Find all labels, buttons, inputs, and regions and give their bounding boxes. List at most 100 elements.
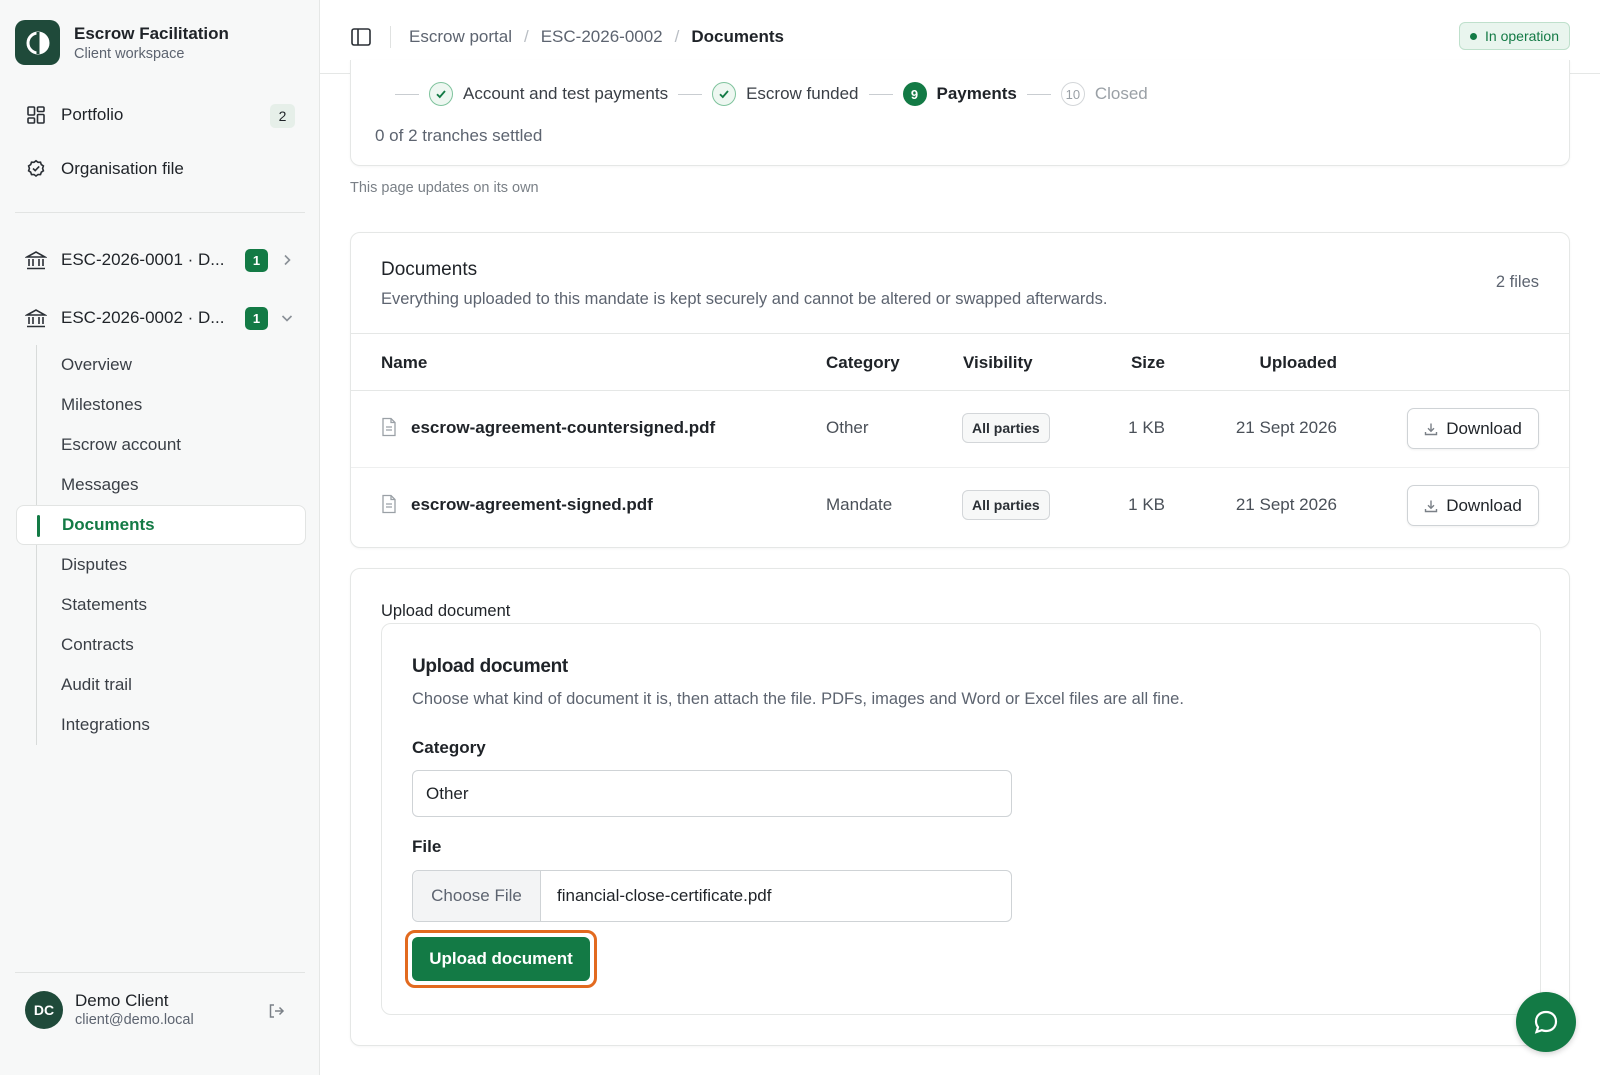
document-category: Other [826, 418, 869, 437]
primary-nav: Portfolio 2 Organisation file [15, 94, 305, 202]
document-uploaded-date: 21 Sept 2026 [1235, 495, 1337, 514]
mandate-subnav: Overview Milestones Escrow account Messa… [16, 345, 306, 745]
subnav-item-audit-trail[interactable]: Audit trail [37, 665, 306, 705]
documents-count: 2 files [1495, 273, 1539, 291]
download-icon [1424, 423, 1438, 435]
chat-bubble-icon [1534, 1010, 1558, 1034]
chosen-file-name: financial-close-certificate.pdf [557, 886, 772, 905]
upload-section-title: Upload document [381, 602, 511, 620]
documents-card: Documents Everything uploaded to this ma… [350, 232, 1570, 548]
mandate-alert-badge: 1 [245, 306, 268, 330]
subnav-item-statements[interactable]: Statements [37, 585, 306, 625]
nav-item-portfolio[interactable]: Portfolio 2 [15, 94, 305, 136]
mandate-item-esc-2026-0001[interactable]: ESC-2026-0001 · D... 1 [15, 240, 305, 280]
step-connector [395, 93, 419, 95]
visibility-badge: All parties [962, 413, 1050, 443]
breadcrumb-separator: / [674, 26, 680, 46]
sidebar: Escrow Facilitation Client workspace Por… [0, 0, 320, 1075]
sidebar-toggle-icon[interactable] [350, 26, 372, 48]
subnav-item-overview[interactable]: Overview [37, 345, 306, 385]
breadcrumb-separator: / [523, 26, 529, 46]
subnav-item-integrations[interactable]: Integrations [37, 705, 306, 745]
download-button[interactable]: Download [1407, 408, 1539, 449]
auto-update-note: This page updates on its own [350, 180, 539, 196]
document-size: 1 KB [1128, 495, 1165, 514]
tranches-summary: 0 of 2 tranches settled [375, 126, 543, 145]
category-select[interactable]: Other [412, 770, 1012, 817]
mandate-label: ESC-2026-0001 · D... [61, 250, 225, 269]
step-label-payments: Payments [936, 84, 1017, 103]
step-connector [1026, 93, 1051, 95]
subnav-item-messages[interactable]: Messages [37, 465, 306, 505]
upload-document-button[interactable]: Upload document [412, 937, 590, 981]
status-dot-icon [1470, 32, 1478, 40]
mandate-alert-badge: 1 [245, 248, 268, 272]
brand-logo-icon [15, 20, 60, 65]
step-connector [678, 93, 703, 95]
document-category: Mandate [826, 495, 893, 514]
document-uploaded-date: 21 Sept 2026 [1235, 418, 1337, 437]
avatar[interactable]: DC [25, 990, 63, 1029]
check-icon [712, 82, 737, 106]
step-number-future: 10 [1060, 82, 1085, 106]
download-button-label: Download [1446, 418, 1522, 438]
breadcrumb-mandate[interactable]: ESC-2026-0002 [541, 27, 663, 47]
file-input[interactable]: Choose File financial-close-certificate.… [412, 870, 1012, 922]
breadcrumb-escrow-portal[interactable]: Escrow portal [409, 27, 512, 47]
category-label: Category [412, 738, 486, 757]
user-name: Demo Client [75, 991, 169, 1010]
chat-button[interactable] [1516, 992, 1576, 1052]
header-separator [390, 25, 391, 48]
logout-icon[interactable] [267, 1002, 285, 1020]
document-name[interactable]: escrow-agreement-signed.pdf [411, 495, 653, 515]
nav-item-organisation-file[interactable]: Organisation file [15, 148, 305, 190]
document-size: 1 KB [1128, 418, 1165, 437]
file-icon [381, 417, 397, 437]
subnav-item-contracts[interactable]: Contracts [37, 625, 306, 665]
column-header-uploaded: Uploaded [1259, 353, 1337, 372]
visibility-badge: All parties [962, 490, 1050, 520]
step-label-closed: Closed [1094, 84, 1148, 103]
upload-form-description: Choose what kind of document it is, then… [412, 690, 1184, 708]
upload-card: Upload document Upload document Choose w… [350, 568, 1570, 1046]
nav-item-label: Organisation file [61, 159, 184, 178]
column-header-visibility: Visibility [963, 353, 1033, 372]
progress-stepper: Account and test payments Escrow funded … [385, 82, 1148, 106]
mandate-progress-card: Account and test payments Escrow funded … [350, 60, 1570, 166]
user-email: client@demo.local [75, 1012, 194, 1028]
portfolio-count-badge: 2 [270, 104, 295, 128]
subnav-item-disputes[interactable]: Disputes [37, 545, 306, 585]
brand-title: Escrow Facilitation [74, 23, 229, 43]
choose-file-button[interactable]: Choose File [413, 871, 541, 921]
subnav-item-escrow-account[interactable]: Escrow account [37, 425, 306, 465]
subnav-item-milestones[interactable]: Milestones [37, 385, 306, 425]
mandate-item-esc-2026-0002[interactable]: ESC-2026-0002 · D... 1 [15, 298, 305, 338]
table-row: escrow-agreement-signed.pdf Mandate All … [351, 467, 1569, 543]
sidebar-divider [15, 972, 305, 973]
brand[interactable]: Escrow Facilitation Client workspace [15, 20, 229, 65]
grid-icon [25, 104, 47, 126]
sidebar-divider [15, 212, 305, 213]
upload-form-title: Upload document [412, 656, 568, 677]
document-name[interactable]: escrow-agreement-countersigned.pdf [411, 418, 715, 438]
status-label: In operation [1485, 28, 1559, 44]
step-label-escrow-funded: Escrow funded [746, 84, 859, 103]
user-profile: DC Demo Client client@demo.local [15, 990, 305, 1029]
breadcrumb: Escrow portal / ESC-2026-0002 / Document… [409, 27, 784, 47]
category-selected-value: Other [426, 783, 469, 803]
download-button[interactable]: Download [1407, 485, 1539, 526]
nav-item-label: Portfolio [61, 105, 124, 124]
subnav-item-documents[interactable]: Documents [16, 505, 306, 545]
step-label-account-and-test-payments: Account and test payments [463, 84, 669, 103]
file-label: File [412, 837, 442, 856]
chevron-right-icon[interactable] [280, 253, 294, 267]
column-header-category: Category [826, 353, 900, 372]
documents-description: Everything uploaded to this mandate is k… [381, 290, 1108, 308]
bank-icon [25, 307, 47, 329]
table-row: escrow-agreement-countersigned.pdf Other… [351, 391, 1569, 467]
breadcrumb-current: Documents [691, 26, 784, 46]
chevron-down-icon[interactable] [280, 311, 294, 325]
column-header-size: Size [1130, 353, 1165, 372]
brand-subtitle: Client workspace [74, 45, 185, 62]
mandate-label: ESC-2026-0002 · D... [61, 308, 225, 327]
